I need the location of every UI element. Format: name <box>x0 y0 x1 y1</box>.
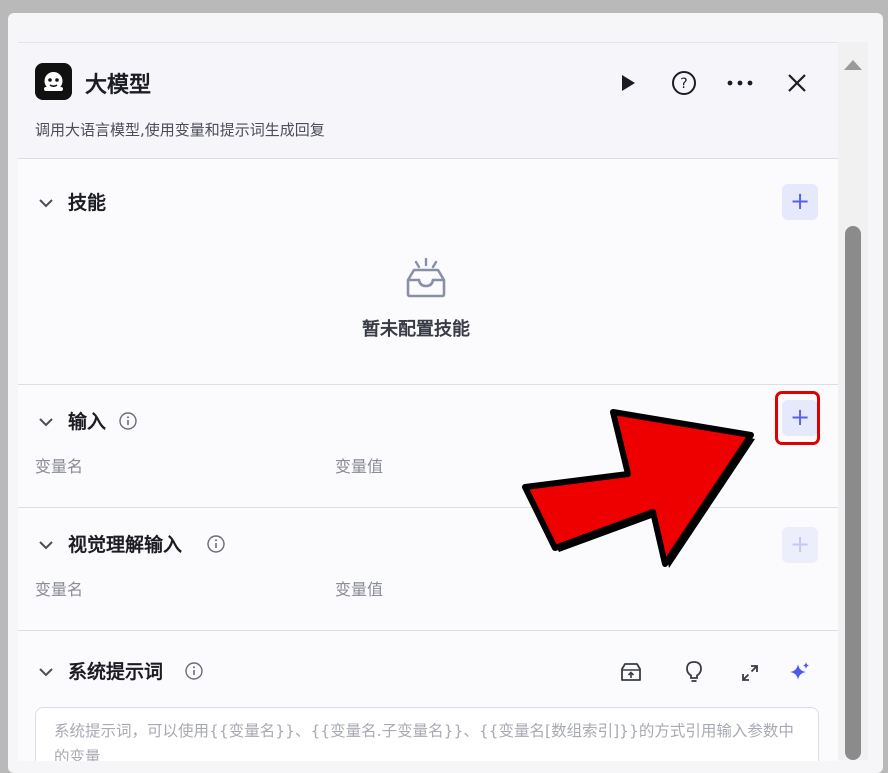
panel-header <box>18 43 838 158</box>
input-col-value: 变量值 <box>335 457 384 476</box>
vision-col-value: 变量值 <box>335 580 384 599</box>
info-icon[interactable] <box>119 412 137 430</box>
lightbulb-icon[interactable] <box>684 660 704 684</box>
library-icon[interactable] <box>619 661 643 683</box>
more-dots-icon[interactable] <box>724 67 756 99</box>
header-divider <box>18 158 838 159</box>
system-prompt-input[interactable]: 系统提示词，可以使用{{变量名}}、{{变量名.子变量名}}、{{变量名[数组索… <box>35 707 819 761</box>
vertical-scrollbar[interactable] <box>838 42 868 760</box>
scrollbar-thumb[interactable] <box>845 226 861 760</box>
vision-col-name: 变量名 <box>35 580 84 599</box>
skills-empty-text: 暂未配置技能 <box>362 319 470 340</box>
vision-divider <box>18 630 838 631</box>
help-circle-icon[interactable]: ? <box>668 67 700 99</box>
system-prompt-section-title: 系统提示词 <box>68 661 164 683</box>
scroll-up-arrow-icon[interactable] <box>844 60 862 70</box>
close-icon[interactable] <box>781 67 813 99</box>
chevron-down-icon[interactable] <box>38 664 54 680</box>
annotation-highlight-box <box>775 391 820 445</box>
chevron-down-icon[interactable] <box>38 414 54 430</box>
robot-head-icon <box>35 63 72 100</box>
add-vision-input-button[interactable]: + <box>782 527 818 563</box>
input-section-title: 输入 <box>68 411 107 433</box>
info-icon[interactable] <box>185 662 203 680</box>
node-description: 调用大语言模型,使用变量和提示词生成回复 <box>35 121 325 139</box>
empty-box-icon <box>406 258 446 298</box>
svg-text:?: ? <box>680 76 687 92</box>
info-icon[interactable] <box>207 535 225 553</box>
chevron-down-icon[interactable] <box>38 195 54 211</box>
skills-section-title: 技能 <box>68 192 107 214</box>
annotation-arrow-icon <box>522 409 755 568</box>
play-icon[interactable] <box>612 67 644 99</box>
input-col-name: 变量名 <box>35 457 84 476</box>
skills-divider <box>18 384 838 385</box>
add-skill-button[interactable]: + <box>782 184 818 220</box>
vision-input-section-title: 视觉理解输入 <box>68 534 183 556</box>
node-title[interactable]: 大模型 <box>85 67 151 99</box>
sparkle-icon[interactable] <box>788 660 812 684</box>
chevron-down-icon[interactable] <box>38 537 54 553</box>
expand-icon[interactable] <box>740 663 760 683</box>
